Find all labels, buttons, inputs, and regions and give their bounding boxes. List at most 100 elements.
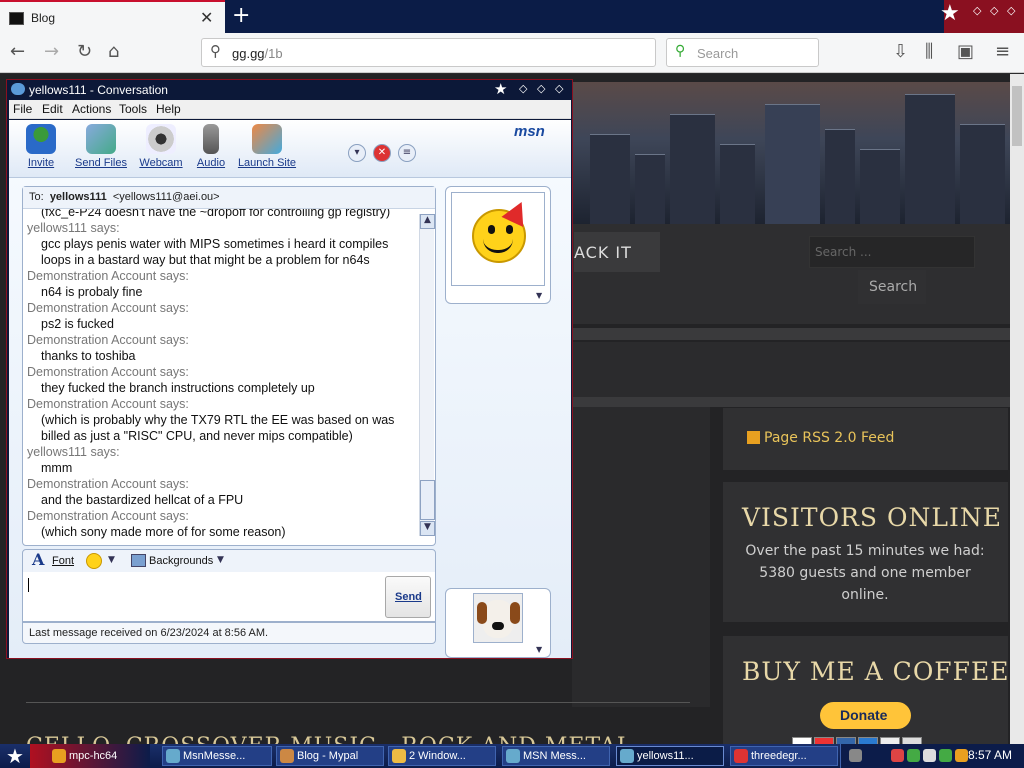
msn-title-bar[interactable]: yellows111 - Conversation ★ ◇ ◇ ◇ — [7, 80, 572, 100]
block-icon[interactable]: ✕ — [373, 144, 391, 162]
content-band — [570, 342, 1010, 397]
forward-icon[interactable]: → — [44, 41, 59, 62]
taskbar-item[interactable]: yellows11... — [616, 746, 724, 766]
maximize-icon[interactable]: ◇ — [990, 4, 998, 17]
rss-icon — [747, 431, 760, 444]
message-text: thanks to toshiba — [41, 349, 136, 363]
invite-button[interactable]: Invite — [21, 124, 61, 169]
reload-icon[interactable]: ↻ — [77, 41, 92, 62]
chevron-down-icon[interactable]: ▼ — [536, 645, 542, 654]
site-search-placeholder: Search ... — [815, 245, 872, 259]
minimize-icon[interactable]: ◇ — [519, 82, 527, 95]
webcam-button[interactable]: Webcam — [137, 124, 185, 169]
page-scrollbar[interactable] — [1010, 74, 1024, 744]
launch-site-label: Launch Site — [237, 157, 297, 169]
minimize-icon[interactable]: ◇ — [973, 4, 981, 17]
url-bar[interactable]: ⚲ gg.gg/1b — [201, 38, 656, 67]
backgrounds-button[interactable]: Backgrounds — [149, 555, 213, 567]
menu-help[interactable]: Help — [156, 102, 181, 116]
close-window-icon[interactable]: ◇ — [1007, 4, 1015, 17]
scroll-down-arrow-icon[interactable]: ▼ — [420, 521, 435, 536]
media-player-icon — [52, 749, 66, 763]
start-button[interactable]: ★ — [6, 744, 24, 768]
taskbar-label: threedegr... — [751, 750, 807, 762]
conversation-scrollbar[interactable]: ▲ ▼ — [419, 214, 435, 536]
taskbar-item[interactable]: MSN Mess... — [502, 746, 610, 766]
menu-actions[interactable]: Actions — [72, 102, 111, 116]
tab-title: Blog — [31, 11, 56, 25]
donate-button-label: Donate — [840, 707, 888, 723]
tab-strip: Blog ✕ + ★ ◇ ◇ ◇ — [0, 0, 1024, 33]
menu-edit[interactable]: Edit — [42, 102, 63, 116]
network-icon[interactable] — [907, 749, 920, 762]
scrollbar-thumb[interactable] — [420, 480, 435, 520]
message-text: n64 is probaly fine — [41, 285, 143, 299]
close-tab-icon[interactable]: ✕ — [200, 8, 213, 27]
msn-buddy-icon — [11, 83, 25, 95]
message-input[interactable]: Send — [22, 572, 436, 622]
my-display-picture[interactable]: ▼ — [445, 588, 551, 658]
search-icon[interactable] — [955, 749, 968, 762]
chevron-down-icon[interactable]: ▾ — [348, 144, 366, 162]
party-smiley-picture — [451, 192, 545, 286]
chevron-down-icon[interactable]: ▼ — [217, 555, 224, 565]
recipient-email: <yellows111@aei.ou> — [112, 191, 220, 203]
url-host: gg.gg — [232, 46, 265, 61]
msn-toolbar: Invite Send Files Webcam Audio Launch Si… — [9, 120, 571, 178]
font-icon: A — [32, 550, 45, 569]
site-favicon-icon — [9, 12, 24, 25]
recipient-bar: To: yellows111 <yellows111@aei.ou> — [23, 187, 435, 209]
recipient-name[interactable]: yellows111 — [50, 191, 107, 203]
taskbar-item[interactable]: 2 Window... — [388, 746, 496, 766]
sidebar-icon[interactable]: ▣ — [957, 41, 974, 62]
send-button[interactable]: Send — [385, 576, 431, 618]
invite-icon — [26, 124, 56, 154]
msn-logo: msn — [514, 123, 545, 140]
taskbar-label: MSN Mess... — [523, 750, 586, 762]
dog-head — [483, 600, 513, 638]
audio-label: Audio — [196, 157, 226, 169]
menu-icon[interactable]: ≡ — [995, 41, 1010, 62]
message-sender: Demonstration Account says: — [27, 301, 189, 315]
security-icon[interactable] — [939, 749, 952, 762]
tray-app-icon[interactable] — [891, 749, 904, 762]
menu-file[interactable]: File — [13, 102, 32, 116]
taskbar-item[interactable]: Blog - Mypal — [276, 746, 384, 766]
send-files-button[interactable]: Send Files — [71, 124, 131, 169]
close-icon[interactable]: ◇ — [555, 82, 563, 95]
volume-icon[interactable] — [923, 749, 936, 762]
chevron-down-icon[interactable]: ▼ — [108, 555, 115, 565]
scroll-up-arrow-icon[interactable]: ▲ — [420, 214, 435, 229]
search-icon: ⚲ — [210, 42, 221, 60]
page-scrollbar-thumb[interactable] — [1012, 86, 1022, 146]
launch-site-button[interactable]: Launch Site — [237, 124, 297, 169]
home-icon[interactable]: ⌂ — [108, 41, 119, 62]
audio-button[interactable]: Audio — [191, 124, 231, 169]
back-icon[interactable]: ← — [10, 41, 25, 62]
invite-label: Invite — [27, 157, 55, 169]
launch-site-icon — [252, 124, 282, 154]
rss-link[interactable]: Page RSS 2.0 Feed — [764, 430, 894, 446]
message-sender: Demonstration Account says: — [27, 397, 189, 411]
taskbar: ★ mpc-hc64 MsnMesse... Blog - Mypal 2 Wi… — [0, 744, 1024, 768]
taskbar-item[interactable]: threedegr... — [730, 746, 838, 766]
library-icon[interactable]: ⫼ — [925, 41, 933, 62]
keyboard-icon[interactable] — [849, 749, 862, 762]
smiley-eye — [488, 225, 495, 234]
menu-tools[interactable]: Tools — [119, 102, 147, 116]
list-icon[interactable]: ≡ — [398, 144, 416, 162]
chevron-down-icon[interactable]: ▼ — [536, 291, 542, 300]
webcam-label: Webcam — [139, 157, 183, 169]
download-icon[interactable]: ⇩ — [893, 41, 908, 62]
clock[interactable]: 8:57 AM — [968, 748, 1012, 762]
taskbar-item[interactable]: mpc-hc64 — [48, 746, 158, 766]
taskbar-item[interactable]: MsnMesse... — [162, 746, 272, 766]
contact-display-picture[interactable]: ▼ — [445, 186, 551, 304]
search-bar[interactable]: ⚲ Search — [666, 38, 819, 67]
tab-blog[interactable]: Blog ✕ — [0, 0, 225, 33]
new-tab-icon[interactable]: + — [232, 3, 250, 28]
maximize-icon[interactable]: ◇ — [537, 82, 545, 95]
font-button[interactable]: Font — [52, 555, 74, 567]
emoticon-icon[interactable] — [86, 553, 102, 569]
app-icon — [734, 749, 748, 763]
